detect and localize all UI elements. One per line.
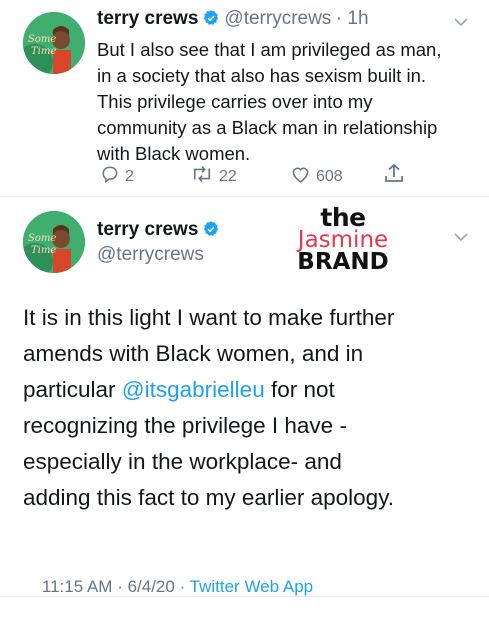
text-line: It is in this light I want to make furth…	[23, 305, 395, 330]
retweet-icon	[190, 164, 219, 189]
text-segment: for not	[264, 377, 335, 402]
text-line: adding this fact to my earlier apology.	[23, 485, 395, 510]
author-avatar[interactable]: Some Time	[23, 211, 85, 273]
tweet-2[interactable]: Some Time terry crews @terrycrews the Ja…	[0, 197, 489, 600]
text-line: recognizing the privilege I have -	[23, 413, 347, 438]
tweet-2-meta: 11:15 AM · 6/4/20 · Twitter Web App	[23, 557, 313, 617]
text-line: in a society that also has sexism built …	[97, 65, 427, 86]
text-line: particular @itsgabrielleu for not	[23, 372, 394, 408]
author-handle[interactable]: @terrycrews	[224, 8, 331, 29]
text-line: This privilege carries over into my	[97, 91, 373, 112]
tweet-timestamp[interactable]: 11:15 AM · 6/4/20 ·	[42, 577, 190, 596]
author-handle[interactable]: @terrycrews	[97, 244, 204, 266]
chevron-down-icon[interactable]	[454, 14, 468, 32]
svg-text:Some: Some	[28, 34, 56, 45]
retweet-button[interactable]: 22	[190, 164, 237, 189]
chevron-down-icon[interactable]	[454, 229, 468, 247]
heart-icon	[290, 164, 316, 189]
svg-text:Time: Time	[31, 46, 56, 57]
jasmine-brand-watermark: the Jasmine BRAND	[283, 205, 403, 274]
svg-text:Some: Some	[28, 233, 56, 244]
text-line: amends with Black women, and in	[23, 341, 364, 366]
tweet-1-text: But I also see that I am privileged as m…	[97, 37, 441, 167]
tweet-1-header: terry crews @terrycrews · 1h	[97, 8, 369, 32]
watermark-line: BRAND	[297, 249, 389, 275]
like-button[interactable]: 608	[290, 164, 343, 189]
share-icon	[384, 162, 409, 189]
author-name[interactable]: terry crews	[97, 219, 198, 240]
verified-badge-icon	[202, 9, 220, 32]
reply-icon	[100, 164, 125, 189]
reply-count: 2	[125, 167, 134, 185]
share-button[interactable]	[384, 162, 409, 189]
tweet-source-link[interactable]: Twitter Web App	[190, 577, 313, 596]
tweet-1[interactable]: Some Time terry crews @terrycrews · 1h Bu…	[0, 0, 489, 196]
mention-link[interactable]: @itsgabrielleu	[122, 377, 265, 402]
text-line: But I also see that I am privileged as m…	[97, 39, 442, 60]
tweet-2-author-name-row: terry crews	[97, 219, 224, 243]
tweet-2-text: It is in this light I want to make furth…	[23, 300, 394, 516]
tweet-time[interactable]: · 1h	[336, 8, 369, 29]
text-segment: particular	[23, 377, 122, 402]
like-count: 608	[316, 167, 343, 185]
author-name[interactable]: terry crews	[97, 8, 198, 29]
author-avatar[interactable]: Some Time	[23, 12, 85, 74]
text-line: especially in the workplace- and	[23, 449, 342, 474]
verified-badge-icon	[202, 220, 220, 243]
text-line: community as a Black man in relationship	[97, 117, 438, 138]
svg-text:Time: Time	[31, 245, 56, 256]
reply-button[interactable]: 2	[100, 164, 134, 189]
retweet-count: 22	[219, 167, 237, 185]
bottom-divider	[0, 596, 489, 597]
